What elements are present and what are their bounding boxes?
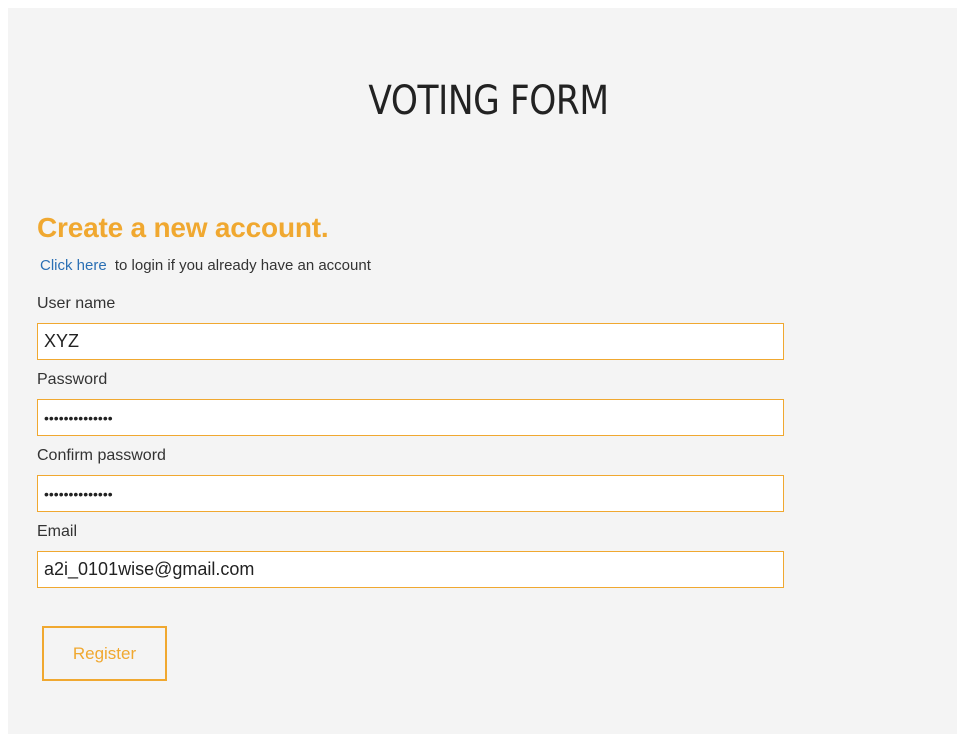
- password-input[interactable]: [37, 399, 784, 436]
- password-label: Password: [37, 371, 108, 388]
- username-input[interactable]: [37, 323, 784, 360]
- form-subtitle: Create a new account.: [37, 212, 329, 243]
- email-input[interactable]: [37, 551, 784, 588]
- email-label: Email: [37, 523, 78, 540]
- page-title: VOTING FORM: [368, 78, 609, 124]
- confirm-password-input[interactable]: [37, 475, 784, 512]
- login-link[interactable]: Click here: [40, 257, 107, 274]
- login-prompt: Click here to login if you already have …: [40, 257, 371, 274]
- form-panel: VOTING FORM Create a new account. Click …: [8, 8, 957, 734]
- confirm-password-label: Confirm password: [37, 447, 166, 464]
- register-button[interactable]: Register: [42, 626, 167, 681]
- login-prompt-text: to login if you already have an account: [114, 257, 371, 274]
- username-label: User name: [37, 295, 116, 312]
